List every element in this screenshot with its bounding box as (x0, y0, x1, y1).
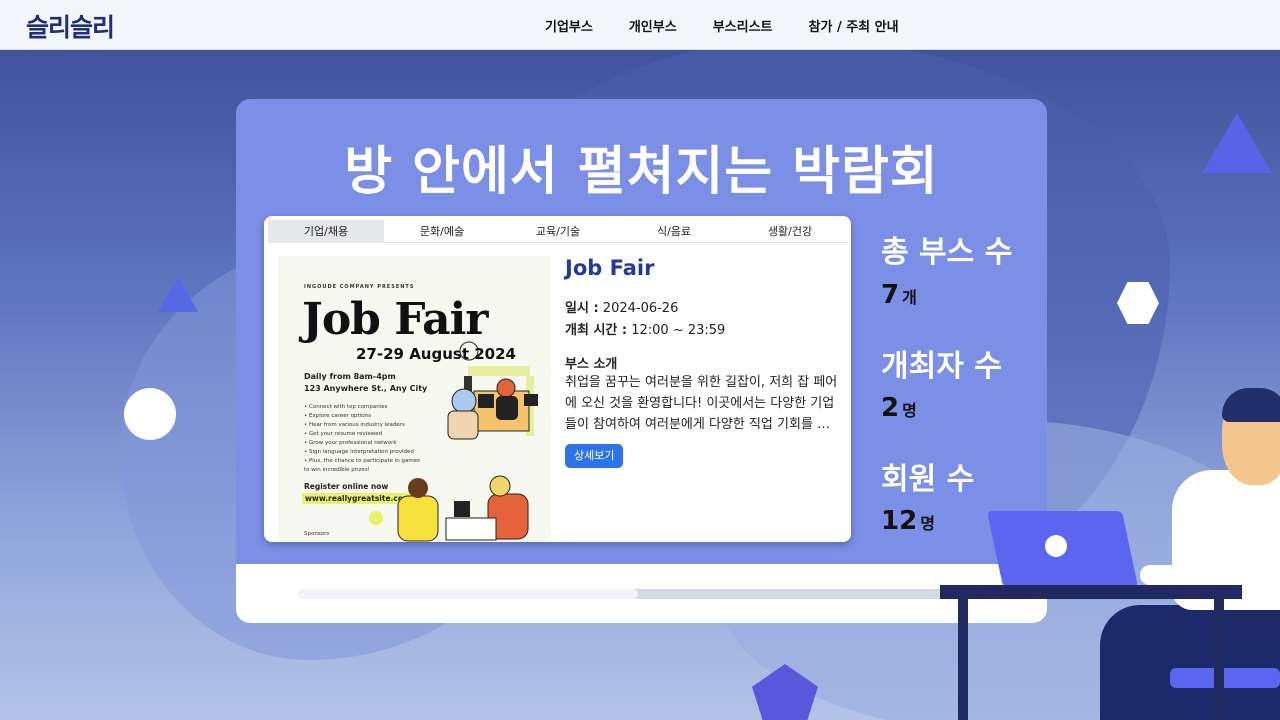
tab-education-tech[interactable]: 교육/기술 (500, 220, 616, 242)
stat-members-value: 12 명 (881, 506, 935, 536)
stat-members-label: 회원 수 (881, 462, 975, 497)
laptop-logo-dot (1045, 535, 1067, 557)
date-label: 일시 : (565, 301, 599, 316)
person-illustration-hair (1222, 388, 1280, 422)
time-label: 개최 시간 : (565, 323, 628, 338)
poster-illustration (369, 341, 538, 542)
desk-illustration (940, 585, 1242, 599)
nav-item-booth-list[interactable]: 부스리스트 (713, 16, 773, 35)
desk-leg (1214, 599, 1224, 720)
nav-item-personal-booth[interactable]: 개인부스 (629, 16, 677, 35)
stat-unit: 명 (902, 401, 917, 420)
tab-life-health[interactable]: 생활/건강 (732, 220, 848, 242)
tab-food-beverage[interactable]: 식/음료 (616, 220, 732, 242)
booth-date: 일시 : 2024-06-26 (565, 297, 678, 316)
booth-card: 기업/채용 문화/예술 교육/기술 식/음료 생활/건강 INGOUDE COM… (264, 216, 851, 542)
desk-leg (958, 599, 968, 720)
category-tabs: 기업/채용 문화/예술 교육/기술 식/음료 생활/건강 (268, 220, 848, 243)
carousel-scrollbar-thumb[interactable] (298, 589, 638, 599)
time-value: 12:00 ~ 23:59 (631, 323, 726, 338)
stat-hosts-label: 개최자 수 (881, 349, 1002, 384)
tab-company-recruit[interactable]: 기업/채용 (268, 220, 384, 242)
top-navbar: 슬리슬리 기업부스 개인부스 부스리스트 참가 / 주최 안내 (0, 0, 1280, 50)
main-menu: 기업부스 개인부스 부스리스트 참가 / 주최 안내 (545, 0, 935, 50)
stat-number: 2 (881, 393, 900, 423)
chair-illustration (1170, 668, 1280, 688)
booth-title: Job Fair (565, 256, 655, 280)
site-logo[interactable]: 슬리슬리 (26, 8, 115, 44)
nav-item-participation-guide[interactable]: 참가 / 주최 안내 (809, 16, 899, 35)
decorative-triangle (158, 276, 198, 312)
stat-unit: 명 (920, 514, 935, 533)
person-illustration-legs (1100, 605, 1280, 720)
stat-hosts-value: 2명 (881, 393, 917, 423)
booth-poster-image[interactable]: INGOUDE COMPANY PRESENTS Job Fair 27-29 … (278, 256, 550, 542)
detail-button[interactable]: 상세보기 (565, 444, 624, 468)
tab-culture-art[interactable]: 문화/예술 (384, 220, 500, 242)
date-value: 2024-06-26 (602, 301, 679, 316)
stat-total-booths-label: 총 부스 수 (881, 235, 1013, 270)
stat-number: 7 (881, 280, 900, 310)
stat-unit: 개 (902, 288, 917, 307)
decorative-triangle (1202, 113, 1272, 173)
booth-description: 취업을 꿈꾸는 여러분을 위한 길잡이, 저희 잡 페어에 오신 것을 환영합니… (565, 375, 838, 432)
monitor-frame: 방 안에서 펼쳐지는 박람회 기업/채용 문화/예술 교육/기술 식/음료 생활… (236, 99, 1047, 623)
booth-time: 개최 시간 : 12:00 ~ 23:59 (565, 319, 725, 338)
stat-total-booths-value: 7개 (881, 280, 917, 310)
hero-title: 방 안에서 펼쳐지는 박람회 (344, 142, 939, 202)
stat-number: 12 (881, 506, 918, 536)
booth-intro-title: 부스 소개 (565, 357, 618, 372)
nav-item-company-booth[interactable]: 기업부스 (545, 16, 593, 35)
decorative-circle (124, 388, 176, 440)
person-illustration-arm (1140, 565, 1230, 585)
